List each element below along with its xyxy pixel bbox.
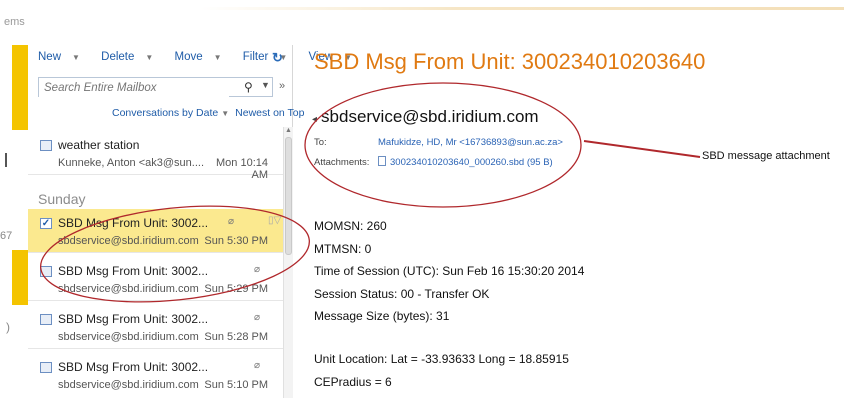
- reading-pane: SBD Msg From Unit: 300234010203640 ◂ sbds…: [294, 45, 844, 398]
- attachments-label: Attachments:: [314, 157, 370, 168]
- move-label: Move: [174, 51, 203, 63]
- list-item[interactable]: ✓ SBD Msg From Unit: 3002... sbdservice@…: [28, 209, 283, 253]
- body-line: Unit Location: Lat = -33.93633 Long = 18…: [314, 352, 569, 366]
- body-line: Time of Session (UTC): Sun Feb 16 15:30:…: [314, 264, 585, 278]
- search-options-dropdown-icon[interactable]: ▼: [261, 80, 270, 90]
- attachment-name: 300234010203640_000260.sbd (95 B): [390, 157, 553, 168]
- top-accent-line: [200, 7, 844, 10]
- paperclip-icon: ⌀: [254, 312, 261, 323]
- body-line: CEPradius = 6: [314, 375, 392, 389]
- chevron-down-icon: ▼: [221, 109, 230, 118]
- rail-count: 67: [0, 230, 13, 242]
- rail-paren: ): [6, 320, 10, 334]
- body-line: Session Status: 00 - Transfer OK: [314, 287, 490, 301]
- delete-button[interactable]: Delete ▼: [101, 51, 162, 63]
- group-header: Sunday: [38, 191, 86, 207]
- message-time: Sun 5:29 PM: [204, 283, 268, 295]
- list-item[interactable]: SBD Msg From Unit: 3002... sbdservice@sb…: [28, 305, 283, 349]
- move-button[interactable]: Move ▼: [175, 51, 231, 63]
- new-label: New: [38, 51, 62, 63]
- list-item[interactable]: SBD Msg From Unit: 3002... sbdservice@sb…: [28, 353, 283, 397]
- rail-highlight-2: [12, 250, 28, 305]
- checkbox-icon[interactable]: ✓: [40, 218, 52, 229]
- message-from: SBD Msg From Unit: 3002...: [58, 264, 209, 278]
- list-item[interactable]: weather station Kunneke, Anton <ak3@sun.…: [28, 131, 283, 181]
- envelope-icon: [40, 314, 52, 325]
- message-sender: sbdservice@sbd.iridium.com: [58, 331, 199, 343]
- message-sender: sbdservice@sbd.iridium.com: [58, 379, 199, 391]
- message-sender: sbdservice@sbd.iridium.com: [58, 283, 199, 295]
- sender-address: sbdservice@sbd.iridium.com: [321, 107, 539, 126]
- message-sender: sbdservice@sbd.iridium.com: [58, 235, 199, 247]
- message-time: Sun 5:30 PM: [204, 235, 268, 247]
- message-from: SBD Msg From Unit: 3002...: [58, 312, 209, 326]
- search-box: ⚲ ▼: [38, 77, 273, 97]
- rail-highlight: [12, 45, 28, 130]
- annotation-label: SBD message attachment: [702, 150, 830, 162]
- expand-chevron-icon[interactable]: »: [279, 80, 285, 92]
- collapse-triangle-icon[interactable]: ◂: [312, 114, 317, 125]
- list-item[interactable]: SBD Msg From Unit: 3002... sbdservice@sb…: [28, 257, 283, 301]
- message-time: Sun 5:28 PM: [204, 331, 268, 343]
- message-subject: SBD Msg From Unit: 300234010203640: [314, 49, 706, 74]
- rail-marker: [5, 153, 7, 167]
- list-scrollbar[interactable]: ▲: [283, 127, 293, 398]
- sort-bar: Conversations by Date ▼ Newest on Top: [112, 107, 304, 119]
- message-sender-header[interactable]: ◂ sbdservice@sbd.iridium.com: [312, 107, 539, 127]
- envelope-icon: [40, 140, 52, 151]
- envelope-icon: [40, 266, 52, 277]
- search-icon[interactable]: ⚲: [244, 80, 253, 94]
- body-line: Message Size (bytes): 31: [314, 309, 450, 323]
- chevron-down-icon: ▼: [72, 53, 80, 62]
- chevron-down-icon: ▼: [213, 53, 222, 62]
- delete-label: Delete: [101, 51, 135, 63]
- message-from: weather station: [58, 138, 140, 152]
- chevron-down-icon: ▼: [145, 53, 154, 62]
- flag-icon[interactable]: ▯▽: [268, 215, 281, 226]
- message-list-pane: New▼ Delete▼ Move▼ Filter▼ View▼ ↻ ⚲ ▼ »…: [28, 45, 352, 398]
- filter-label: Filter: [242, 51, 269, 63]
- message-time: Sun 5:10 PM: [204, 379, 268, 391]
- left-rail: 67 ): [0, 45, 28, 398]
- new-button[interactable]: New ▼: [38, 51, 89, 63]
- refresh-icon[interactable]: ↻: [272, 50, 283, 66]
- envelope-icon: [40, 362, 52, 373]
- paperclip-icon: ⌀: [228, 216, 235, 227]
- message-time: Mon 10:14 AM: [216, 157, 268, 181]
- filter-button[interactable]: Filter ▼: [243, 51, 296, 63]
- scrollbar-thumb[interactable]: [285, 137, 292, 255]
- message-from: SBD Msg From Unit: 3002...: [58, 360, 209, 374]
- message-sender: Kunneke, Anton <ak3@sun....: [58, 157, 205, 169]
- sort-by-dropdown[interactable]: Conversations by Date: [112, 107, 218, 119]
- paperclip-icon: ⌀: [254, 264, 261, 275]
- paperclip-icon: ⌀: [254, 360, 261, 371]
- search-input[interactable]: [39, 79, 229, 97]
- to-recipient-link[interactable]: Mafukidze, HD, Mr <16736893@sun.ac.za>: [378, 137, 563, 148]
- message-from: SBD Msg From Unit: 3002...: [58, 216, 209, 230]
- top-strip: [0, 0, 844, 30]
- attachment-link[interactable]: 300234010203640_000260.sbd (95 B): [378, 156, 553, 168]
- scroll-up-icon[interactable]: ▲: [285, 127, 292, 134]
- left-fragment-text: ems: [4, 16, 25, 28]
- body-line: MOMSN: 260: [314, 219, 387, 233]
- document-icon: [378, 156, 386, 166]
- body-line: MTMSN: 0: [314, 242, 372, 256]
- to-label: To:: [314, 137, 327, 148]
